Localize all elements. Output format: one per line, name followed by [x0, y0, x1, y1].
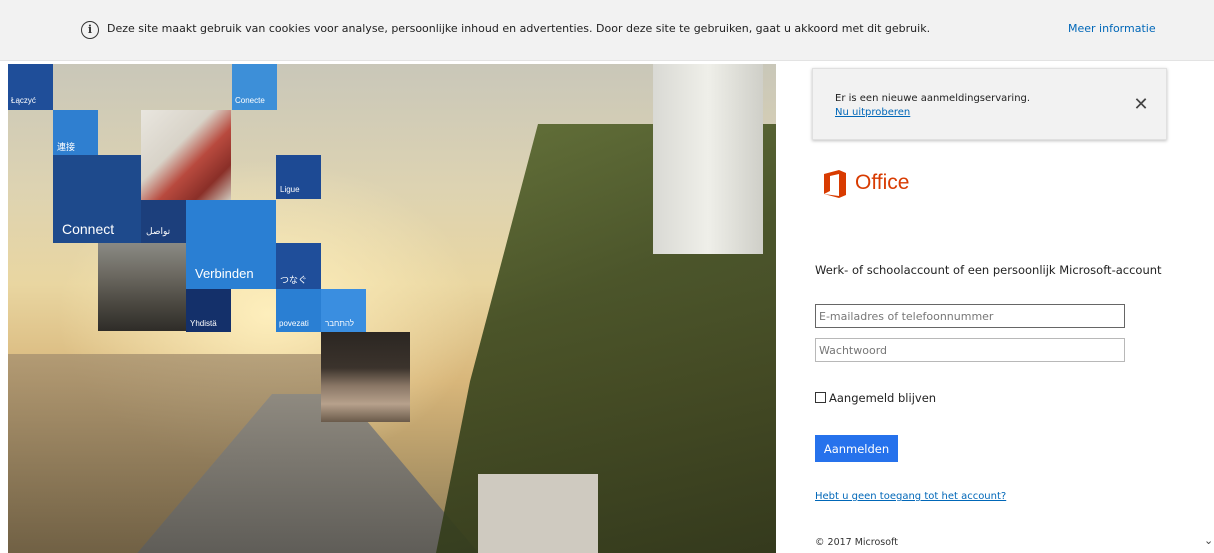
no-access-link[interactable]: Hebt u geen toegang tot het account?	[815, 491, 1006, 502]
photo-man-laptop	[321, 332, 410, 422]
notification-text: Er is een nieuwe aanmeldingservaring.	[835, 93, 1031, 104]
tile-ligue: Ligue	[276, 155, 321, 199]
password-input[interactable]	[815, 338, 1125, 362]
cookie-text: Deze site maakt gebruik van cookies voor…	[107, 22, 931, 35]
office-wordmark: Office	[855, 171, 910, 194]
tile-hebrew: להתחבר	[321, 289, 366, 332]
tile-verbinden: Verbinden	[186, 200, 276, 289]
remember-checkbox[interactable]	[815, 392, 826, 403]
office-logo-icon	[824, 170, 846, 198]
tile-laczyc: Łączyć	[8, 64, 53, 110]
try-now-link[interactable]: Nu uitproberen	[835, 107, 910, 118]
hero-building	[653, 64, 763, 254]
photo-woman-reading	[141, 110, 231, 200]
new-signin-notification: Er is een nieuwe aanmeldingservaring. Nu…	[812, 68, 1167, 140]
account-subtitle: Werk- of schoolaccount of een persoonlij…	[815, 263, 1162, 277]
tile-connect: Connect	[53, 155, 141, 243]
cookie-banner: i Deze site maakt gebruik van cookies vo…	[0, 0, 1214, 61]
copyright: © 2017 Microsoft	[815, 537, 898, 548]
more-info-link[interactable]: Meer informatie	[1068, 22, 1156, 35]
tile-japanese: つなぐ	[276, 243, 321, 289]
tile-conecte: Conecte	[232, 64, 277, 110]
tile-povezati: povezati	[276, 289, 321, 332]
tile-chinese: 連接	[53, 110, 98, 155]
email-input[interactable]	[815, 304, 1125, 328]
close-icon[interactable]: ✕	[1131, 95, 1151, 115]
info-icon: i	[81, 21, 99, 39]
scroll-down-icon[interactable]: ⌄	[1204, 534, 1213, 547]
hero-wall	[478, 474, 598, 553]
hero-image: Łączyć Conecte 連接 Connect تواصل Ligue Ve…	[8, 64, 776, 553]
remember-label: Aangemeld blijven	[829, 391, 937, 405]
tile-arabic: تواصل	[141, 200, 186, 243]
tile-yhdista: Yhdistä	[186, 289, 231, 332]
signin-button[interactable]: Aanmelden	[815, 435, 898, 462]
photo-man-phone	[98, 243, 186, 331]
